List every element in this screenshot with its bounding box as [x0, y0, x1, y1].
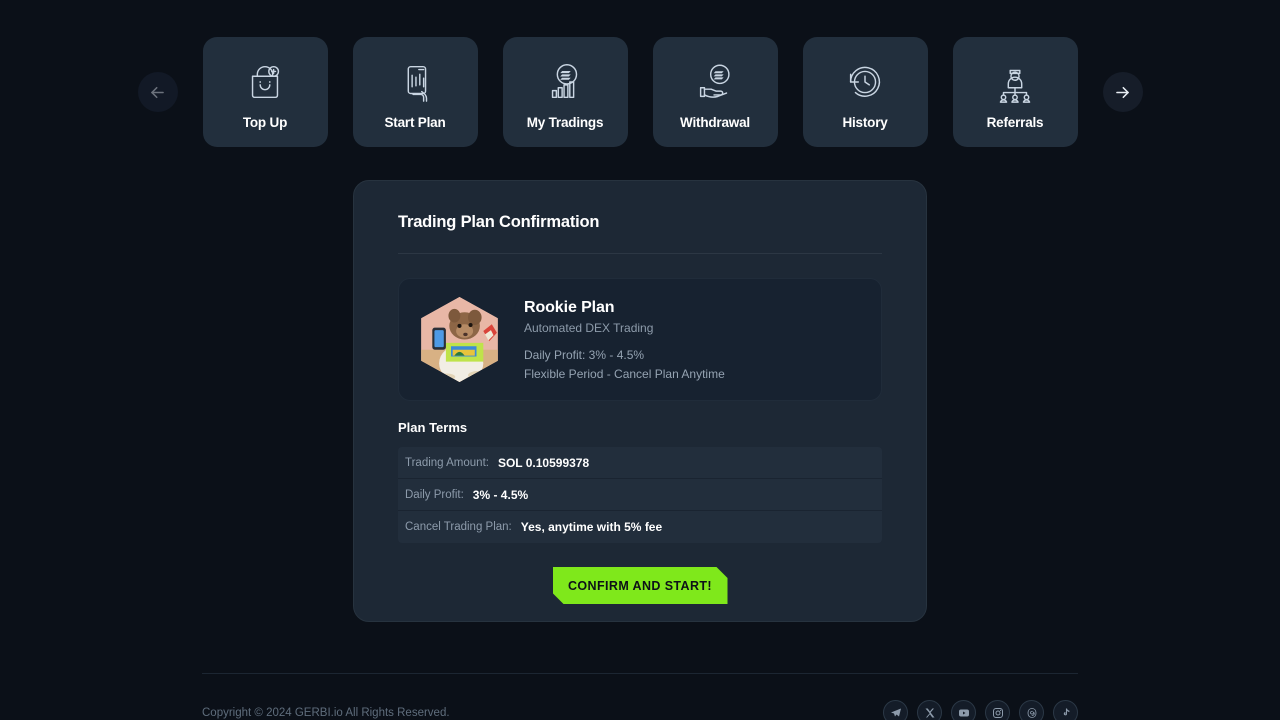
nav-carousel: Top Up Start Plan My Tradings Withdrawal…	[0, 0, 1280, 184]
confirm-button-wrap: CONFIRM AND START!	[376, 567, 904, 604]
nav-card-top-up[interactable]: Top Up	[202, 37, 328, 147]
x-twitter-link[interactable]	[917, 700, 942, 720]
youtube-link[interactable]	[951, 700, 976, 720]
nav-card-history[interactable]: History	[802, 37, 928, 147]
shopping-bag-plus-icon	[238, 55, 292, 109]
plan-summary-box: Rookie Plan Automated DEX Trading Daily …	[398, 278, 882, 401]
table-row: Daily Profit: 3% - 4.5%	[398, 479, 882, 511]
copyright-text: Copyright © 2024 GERBI.io All Rights Res…	[202, 706, 450, 719]
plan-meta: Rookie Plan Automated DEX Trading Daily …	[524, 299, 725, 381]
term-value: 3% - 4.5%	[472, 487, 529, 502]
youtube-icon	[958, 709, 969, 716]
confirm-and-start-button[interactable]: CONFIRM AND START!	[553, 567, 728, 604]
telegram-icon	[890, 708, 901, 716]
threads-icon	[1027, 707, 1036, 718]
plan-daily-profit: Daily Profit: 3% - 4.5%	[524, 347, 645, 362]
telegram-link[interactable]	[883, 700, 908, 720]
nav-card-label: Start Plan	[384, 114, 446, 130]
term-label: Cancel Trading Plan:	[405, 521, 512, 533]
plan-terms-heading: Plan Terms	[398, 420, 468, 435]
hand-holding-solana-icon	[688, 55, 742, 109]
term-label: Daily Profit:	[405, 488, 464, 501]
nav-card-label: Withdrawal	[680, 114, 750, 130]
page-title: Trading Plan Confirmation	[398, 213, 600, 231]
x-twitter-icon	[925, 708, 934, 717]
nav-card-my-tradings[interactable]: My Tradings	[502, 37, 628, 147]
instagram-link[interactable]	[985, 700, 1010, 720]
nav-card-start-plan[interactable]: Start Plan	[352, 37, 478, 147]
term-value: SOL 0.10599378	[497, 455, 590, 470]
nav-card-label: My Tradings	[526, 114, 604, 130]
plan-terms-list: Trading Amount: SOL 0.10599378 Daily Pro…	[398, 447, 882, 543]
nav-card-label: Referrals	[986, 114, 1044, 130]
clock-rotate-icon	[838, 55, 892, 109]
gerbil-avatar-image	[421, 297, 498, 382]
footer: Copyright © 2024 GERBI.io All Rights Res…	[202, 700, 1078, 720]
carousel-prev-button[interactable]	[137, 72, 178, 112]
threads-link[interactable]	[1019, 700, 1044, 720]
solana-bar-chart-icon	[538, 55, 592, 109]
plan-subtitle: Automated DEX Trading	[524, 320, 654, 335]
left-arrow-icon	[151, 86, 164, 98]
referral-network-icon	[988, 55, 1042, 109]
tiktok-icon	[1063, 708, 1069, 715]
tiktok-link[interactable]	[1053, 700, 1078, 720]
nav-card-label: History	[842, 114, 888, 130]
instagram-icon	[992, 707, 1003, 718]
table-row: Cancel Trading Plan: Yes, anytime with 5…	[398, 511, 882, 543]
hand-holding-phone-chart-icon	[388, 55, 442, 109]
footer-divider	[202, 673, 1078, 674]
plan-name: Rookie Plan	[524, 298, 615, 316]
right-arrow-icon	[1116, 86, 1129, 98]
nav-card-withdrawal[interactable]: Withdrawal	[652, 37, 778, 147]
social-links	[883, 700, 1078, 720]
table-row: Trading Amount: SOL 0.10599378	[398, 447, 882, 479]
nav-card-list: Top Up Start Plan My Tradings Withdrawal…	[202, 37, 1078, 147]
plan-period: Flexible Period - Cancel Plan Anytime	[524, 366, 725, 381]
carousel-next-button[interactable]	[1102, 72, 1143, 112]
nav-card-referrals[interactable]: Referrals	[952, 37, 1078, 147]
nav-card-label: Top Up	[242, 114, 288, 130]
trading-plan-confirmation-card: Trading Plan Confirmation Rookie Plan Au…	[353, 180, 927, 622]
term-value: Yes, anytime with 5% fee	[520, 520, 663, 534]
term-label: Trading Amount:	[405, 456, 489, 469]
title-divider	[398, 253, 882, 254]
